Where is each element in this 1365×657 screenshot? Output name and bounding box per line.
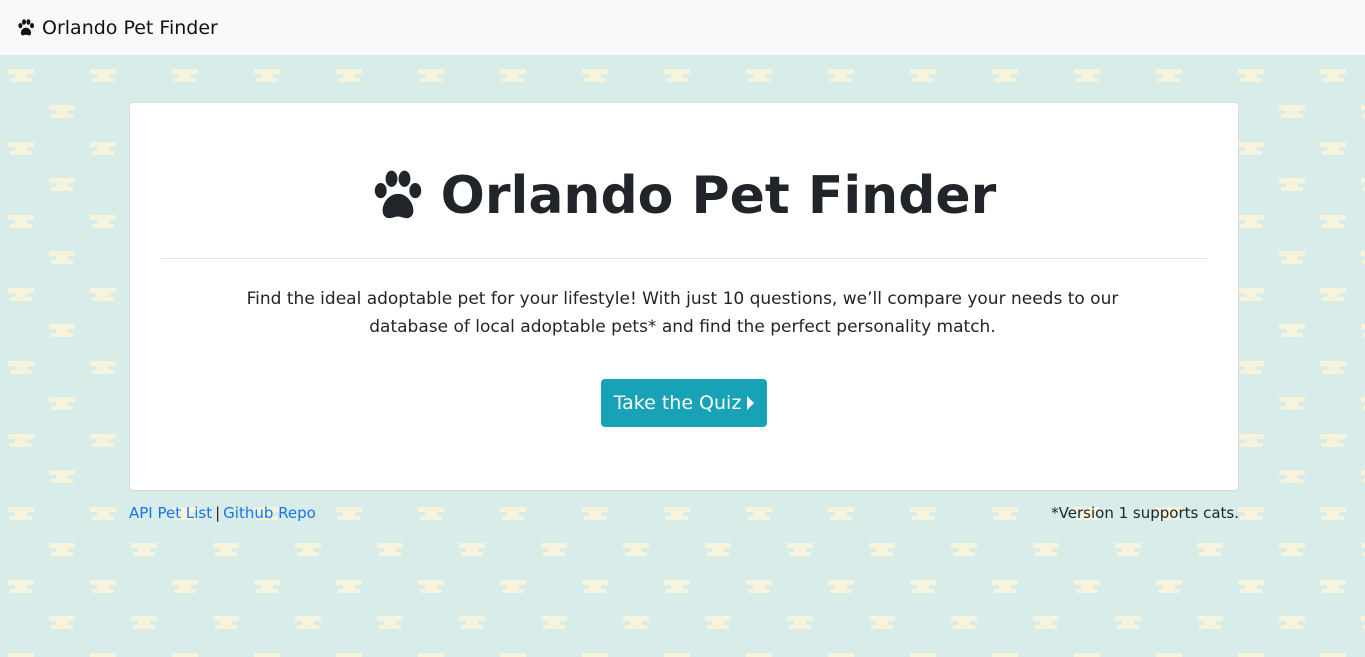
divider: [161, 258, 1207, 259]
footer-links: API Pet List | Github Repo: [129, 504, 316, 522]
take-quiz-button[interactable]: Take the Quiz: [601, 379, 767, 427]
api-pet-list-link[interactable]: API Pet List: [129, 504, 212, 522]
page-title: Orlando Pet Finder: [0, 166, 1365, 226]
lead-text: Find the ideal adoptable pet for your li…: [246, 289, 1119, 337]
navbar: Orlando Pet Finder: [0, 0, 1365, 55]
link-separator: |: [215, 504, 221, 522]
paw-icon: [18, 18, 34, 35]
brand-text: Orlando Pet Finder: [42, 16, 218, 39]
take-quiz-label: Take the Quiz: [613, 392, 742, 414]
version-note: *Version 1 supports cats.: [1051, 504, 1239, 522]
caret-right-icon: [747, 396, 755, 410]
navbar-brand[interactable]: Orlando Pet Finder: [16, 17, 218, 39]
title-text: Orlando Pet Finder: [440, 166, 997, 226]
paw-icon: [374, 170, 421, 219]
github-repo-link[interactable]: Github Repo: [223, 504, 316, 522]
